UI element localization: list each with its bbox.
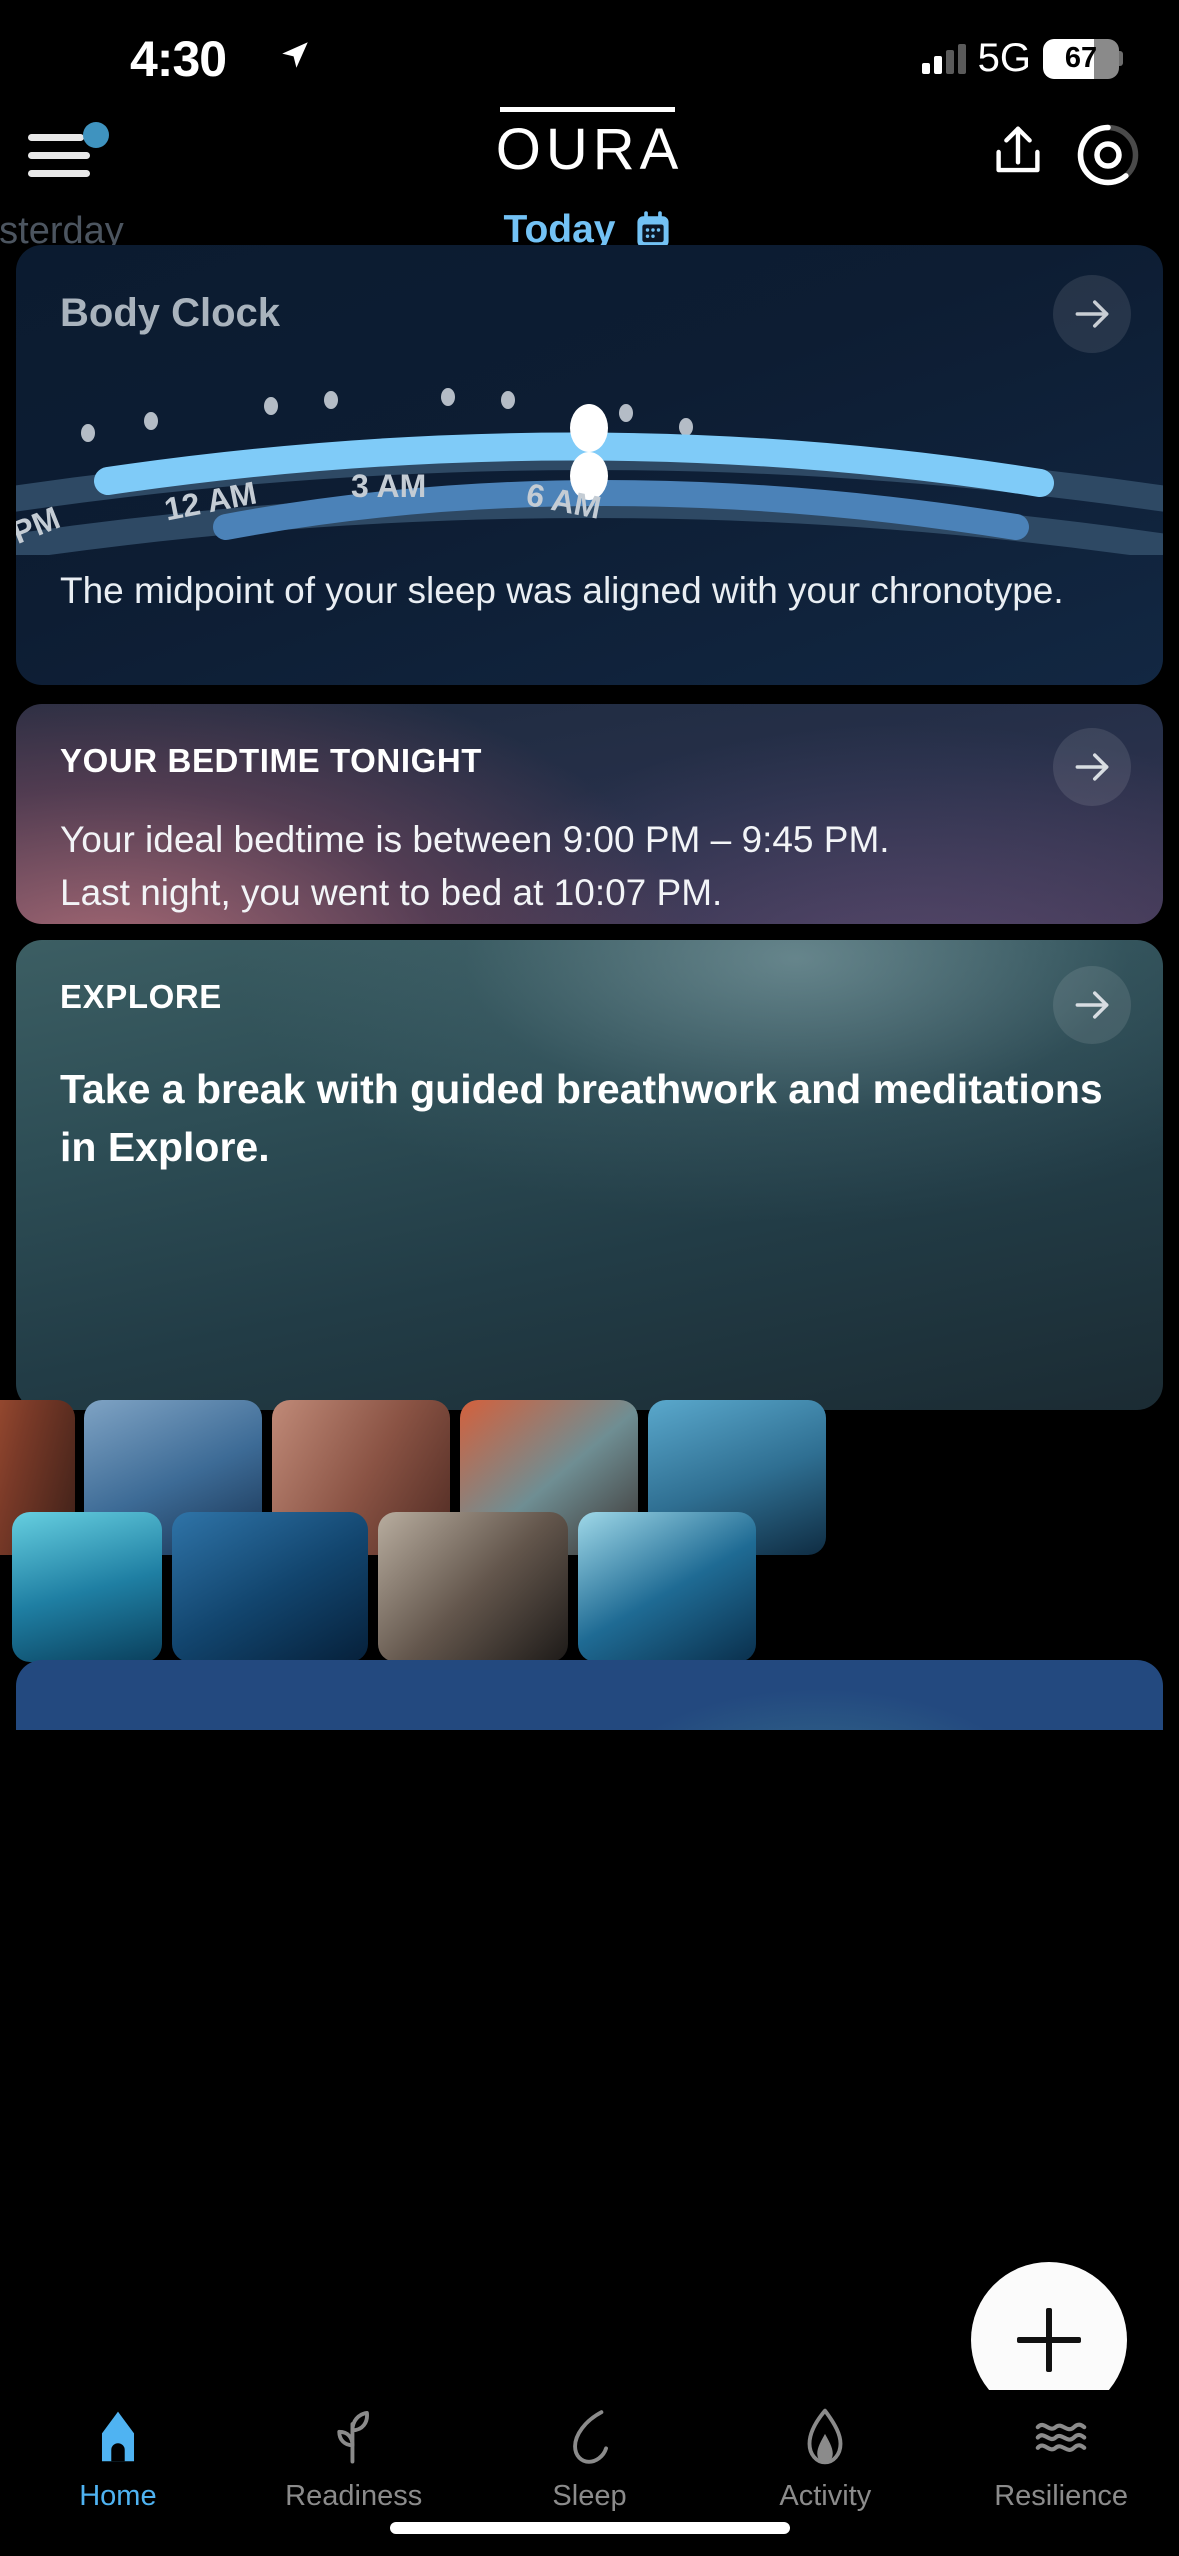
nav-item-sleep[interactable]: Sleep	[472, 2404, 708, 2513]
home-indicator	[389, 2522, 790, 2534]
main-scroll-area[interactable]: Body Clock PM 12 AM 3 AM 6 AM The midpoi…	[0, 240, 1179, 2400]
bedtime-kicker: YOUR BEDTIME TONIGHT	[60, 742, 483, 779]
ring-status-icon[interactable]	[1075, 122, 1141, 188]
card-body-clock[interactable]: Body Clock PM 12 AM 3 AM 6 AM The midpoi…	[16, 245, 1163, 685]
explore-arrow-button[interactable]	[1053, 966, 1131, 1044]
network-type-label: 5G	[977, 36, 1031, 80]
nav-label-sleep: Sleep	[552, 2480, 627, 2512]
arrow-right-icon	[1075, 991, 1109, 1019]
tile-turquoise-surf[interactable]	[12, 1512, 162, 1662]
app-header: OURA	[0, 107, 1179, 198]
battery-percent-label: 67	[1064, 42, 1098, 74]
nav-item-activity[interactable]: Activity	[707, 2404, 943, 2513]
explore-headline: Take a break with guided breathwork and …	[60, 1066, 1103, 1171]
tile-deep-wave[interactable]	[172, 1512, 368, 1662]
explore-kicker: EXPLORE	[60, 978, 222, 1015]
bedtime-line-1: Your ideal bedtime is between 9:00 PM – …	[60, 819, 890, 860]
status-bar: 4:30 5G 67	[0, 0, 1179, 110]
card-next-peek[interactable]	[16, 1660, 1163, 1730]
body-clock-arrow-button[interactable]	[1053, 275, 1131, 353]
body-clock-description: The midpoint of your sleep was aligned w…	[60, 570, 1064, 611]
tile-grey-wave[interactable]	[378, 1512, 568, 1662]
location-arrow-icon	[282, 42, 308, 68]
flame-icon	[794, 2404, 856, 2470]
app-screen: 4:30 5G 67 OURA sterday Today Body Clock…	[0, 0, 1179, 2556]
nav-item-readiness[interactable]: Readiness	[236, 2404, 472, 2513]
status-bar-right: 5G 67	[921, 36, 1123, 81]
status-bar-time: 4:30	[130, 31, 227, 87]
signal-strength-icon	[921, 43, 966, 74]
explore-tiles-row-2[interactable]	[0, 1512, 1179, 1670]
nav-label-home: Home	[79, 2480, 157, 2512]
card-explore[interactable]: EXPLORE Take a break with guided breathw…	[16, 940, 1163, 1410]
house-icon	[87, 2404, 149, 2470]
nav-label-activity: Activity	[779, 2480, 872, 2512]
card-bedtime[interactable]: YOUR BEDTIME TONIGHT Your ideal bedtime …	[16, 704, 1163, 924]
bedtime-body: Your ideal bedtime is between 9:00 PM – …	[60, 814, 1123, 919]
share-icon[interactable]	[987, 120, 1049, 184]
tile-glacier[interactable]	[578, 1512, 756, 1662]
nav-label-resilience: Resilience	[994, 2480, 1128, 2512]
battery-indicator: 67	[1043, 38, 1119, 79]
moon-icon	[558, 2404, 620, 2470]
nav-label-readiness: Readiness	[285, 2480, 423, 2512]
waves-icon	[1030, 2404, 1092, 2470]
bedtime-arrow-button[interactable]	[1053, 728, 1131, 806]
sprout-icon	[323, 2404, 385, 2470]
bottom-navigation: Home Readiness Sleep Activity Resilience	[0, 2390, 1179, 2556]
arrow-right-icon	[1075, 300, 1109, 328]
body-clock-label-3am: 3 AM	[351, 468, 427, 504]
arrow-right-icon	[1075, 753, 1109, 781]
app-logo-text: OURA	[495, 107, 684, 182]
nav-item-home[interactable]: Home	[0, 2404, 236, 2513]
body-clock-chronotype-marker	[570, 404, 608, 452]
body-clock-chart	[16, 388, 1163, 555]
bedtime-line-2: Last night, you went to bed at 10:07 PM.	[60, 871, 723, 913]
body-clock-title: Body Clock	[60, 291, 281, 335]
nav-item-resilience[interactable]: Resilience	[943, 2404, 1179, 2513]
plus-icon-vertical	[1046, 2308, 1052, 2372]
